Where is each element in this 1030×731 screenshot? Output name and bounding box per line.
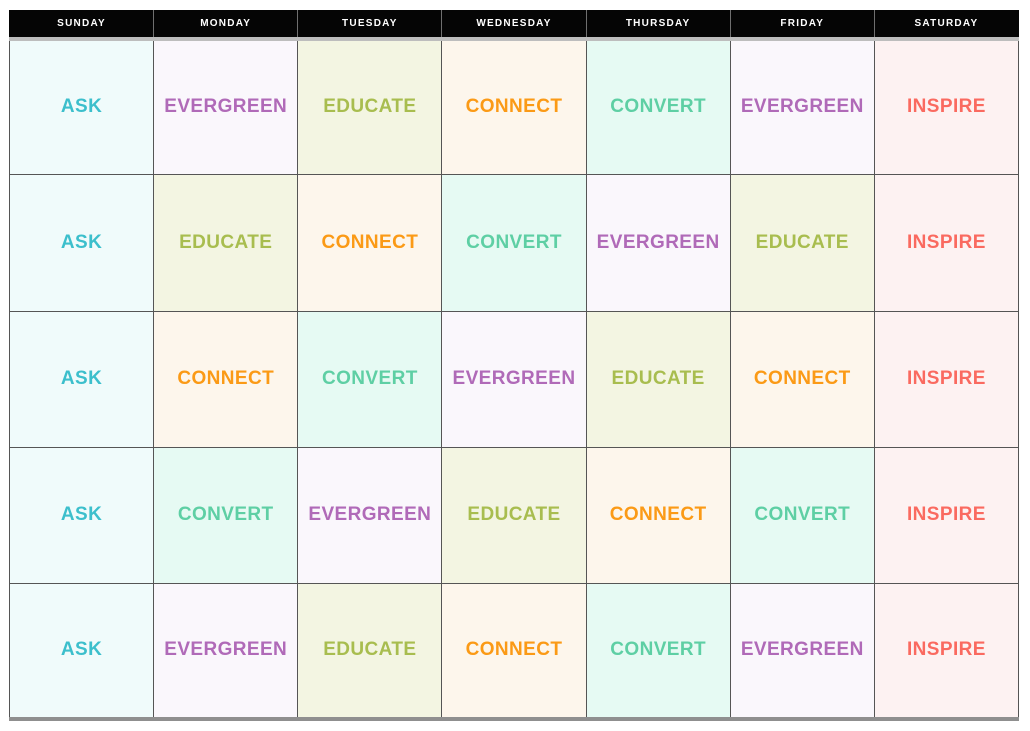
calendar-cell[interactable]: CONVERT (297, 310, 443, 448)
calendar-cell[interactable]: INSPIRE (873, 37, 1020, 176)
calendar-cell[interactable]: CONVERT (585, 37, 731, 176)
content-type-label: CONNECT (321, 231, 419, 253)
calendar-cell[interactable]: CONNECT (297, 174, 443, 312)
day-header-tuesday[interactable]: TUESDAY (297, 10, 443, 41)
calendar-cell[interactable]: EDUCATE (297, 583, 443, 722)
calendar-header-row-group: SUNDAY MONDAY TUESDAY WEDNESDAY THURSDAY… (8, 10, 1020, 41)
content-type-label: EVERGREEN (164, 639, 288, 661)
content-type-label: CONVERT (177, 504, 274, 526)
content-type-label: CONNECT (177, 367, 275, 389)
calendar-cell[interactable]: EVERGREEN (441, 310, 587, 448)
content-type-label: INSPIRE (907, 95, 986, 117)
calendar-cell[interactable]: EDUCATE (441, 446, 587, 585)
content-type-label: CONVERT (610, 639, 706, 661)
content-type-label: INSPIRE (907, 231, 986, 253)
calendar-cell[interactable]: CONNECT (585, 446, 731, 585)
calendar-cell[interactable]: CONVERT (729, 446, 875, 585)
calendar-week-row: ASK CONNECT CONVERT EVERGREEN EDUCATE CONNECT… (8, 310, 1020, 448)
calendar-cell[interactable]: EVERGREEN (153, 37, 299, 176)
calendar-week-row: ASK EDUCATE CONNECT CONVERT EVERGREEN EDUCATE… (8, 174, 1020, 312)
content-type-label: EVERGREEN (596, 231, 720, 253)
day-header-thursday[interactable]: THURSDAY (585, 10, 731, 41)
content-type-label: ASK (60, 639, 103, 661)
calendar-cell[interactable]: EDUCATE (153, 174, 299, 312)
day-header-sunday[interactable]: SUNDAY (8, 10, 155, 41)
content-type-label: CONVERT (466, 231, 562, 253)
calendar-cell[interactable]: CONNECT (153, 310, 299, 448)
calendar-cell[interactable]: EDUCATE (729, 174, 875, 312)
calendar-body: ASK EVERGREEN EDUCATE CONNECT CONVERT EVERGRE… (8, 37, 1020, 722)
content-type-label: EVERGREEN (740, 95, 864, 117)
calendar-cell[interactable]: INSPIRE (873, 310, 1020, 448)
calendar-table: SUNDAY MONDAY TUESDAY WEDNESDAY THURSDAY… (8, 10, 1020, 722)
calendar-cell[interactable]: ASK (8, 583, 155, 722)
day-header-row: SUNDAY MONDAY TUESDAY WEDNESDAY THURSDAY… (8, 10, 1020, 41)
content-type-label: EVERGREEN (452, 367, 576, 389)
calendar-cell[interactable]: ASK (8, 37, 155, 176)
content-type-label: INSPIRE (907, 367, 986, 389)
content-type-label: EVERGREEN (308, 504, 432, 526)
calendar-cell[interactable]: INSPIRE (873, 446, 1020, 585)
calendar-cell[interactable]: CONVERT (441, 174, 587, 312)
content-calendar: SUNDAY MONDAY TUESDAY WEDNESDAY THURSDAY… (0, 0, 1030, 731)
calendar-cell[interactable]: EVERGREEN (729, 37, 875, 176)
content-type-label: EDUCATE (755, 231, 849, 253)
content-type-label: ASK (60, 367, 103, 389)
calendar-cell[interactable]: EDUCATE (585, 310, 731, 448)
content-type-label: CONNECT (465, 639, 563, 661)
calendar-cell[interactable]: CONNECT (441, 583, 587, 722)
day-header-friday[interactable]: FRIDAY (729, 10, 875, 41)
content-type-label: INSPIRE (907, 504, 986, 526)
content-type-label: ASK (60, 95, 103, 117)
calendar-week-row: ASK CONVERT EVERGREEN EDUCATE CONNECT CONVERT… (8, 446, 1020, 585)
calendar-week-row: ASK EVERGREEN EDUCATE CONNECT CONVERT EVERGRE… (8, 583, 1020, 722)
content-type-label: EDUCATE (179, 231, 273, 253)
content-type-label: EVERGREEN (740, 639, 864, 661)
content-type-label: EDUCATE (611, 367, 705, 389)
calendar-cell[interactable]: CONNECT (441, 37, 587, 176)
content-type-label: INSPIRE (907, 639, 986, 661)
content-type-label: CONNECT (465, 95, 563, 117)
calendar-cell[interactable]: INSPIRE (873, 583, 1020, 722)
content-type-label: ASK (60, 504, 103, 526)
content-type-label: ASK (60, 231, 103, 253)
calendar-cell[interactable]: ASK (8, 446, 155, 585)
calendar-cell[interactable]: EVERGREEN (585, 174, 731, 312)
day-header-monday[interactable]: MONDAY (153, 10, 299, 41)
content-type-label: EVERGREEN (164, 95, 288, 117)
calendar-cell[interactable]: EVERGREEN (297, 446, 443, 585)
day-header-saturday[interactable]: SATURDAY (873, 10, 1020, 41)
content-type-label: CONVERT (322, 367, 418, 389)
day-header-wednesday[interactable]: WEDNESDAY (441, 10, 587, 41)
calendar-cell[interactable]: EVERGREEN (729, 583, 875, 722)
calendar-cell[interactable]: INSPIRE (873, 174, 1020, 312)
calendar-cell[interactable]: CONVERT (585, 583, 731, 722)
calendar-week-row: ASK EVERGREEN EDUCATE CONNECT CONVERT EVERGRE… (8, 37, 1020, 176)
content-type-label: CONVERT (754, 504, 851, 526)
calendar-cell[interactable]: ASK (8, 174, 155, 312)
content-type-label: EDUCATE (323, 95, 417, 117)
content-type-label: EDUCATE (467, 504, 561, 526)
content-type-label: CONNECT (609, 504, 707, 526)
calendar-cell[interactable]: ASK (8, 310, 155, 448)
calendar-cell[interactable]: CONNECT (729, 310, 875, 448)
calendar-cell[interactable]: CONVERT (153, 446, 299, 585)
content-type-label: CONNECT (753, 367, 851, 389)
calendar-cell[interactable]: EVERGREEN (153, 583, 299, 722)
content-type-label: EDUCATE (323, 639, 417, 661)
content-type-label: CONVERT (610, 95, 706, 117)
calendar-cell[interactable]: EDUCATE (297, 37, 443, 176)
